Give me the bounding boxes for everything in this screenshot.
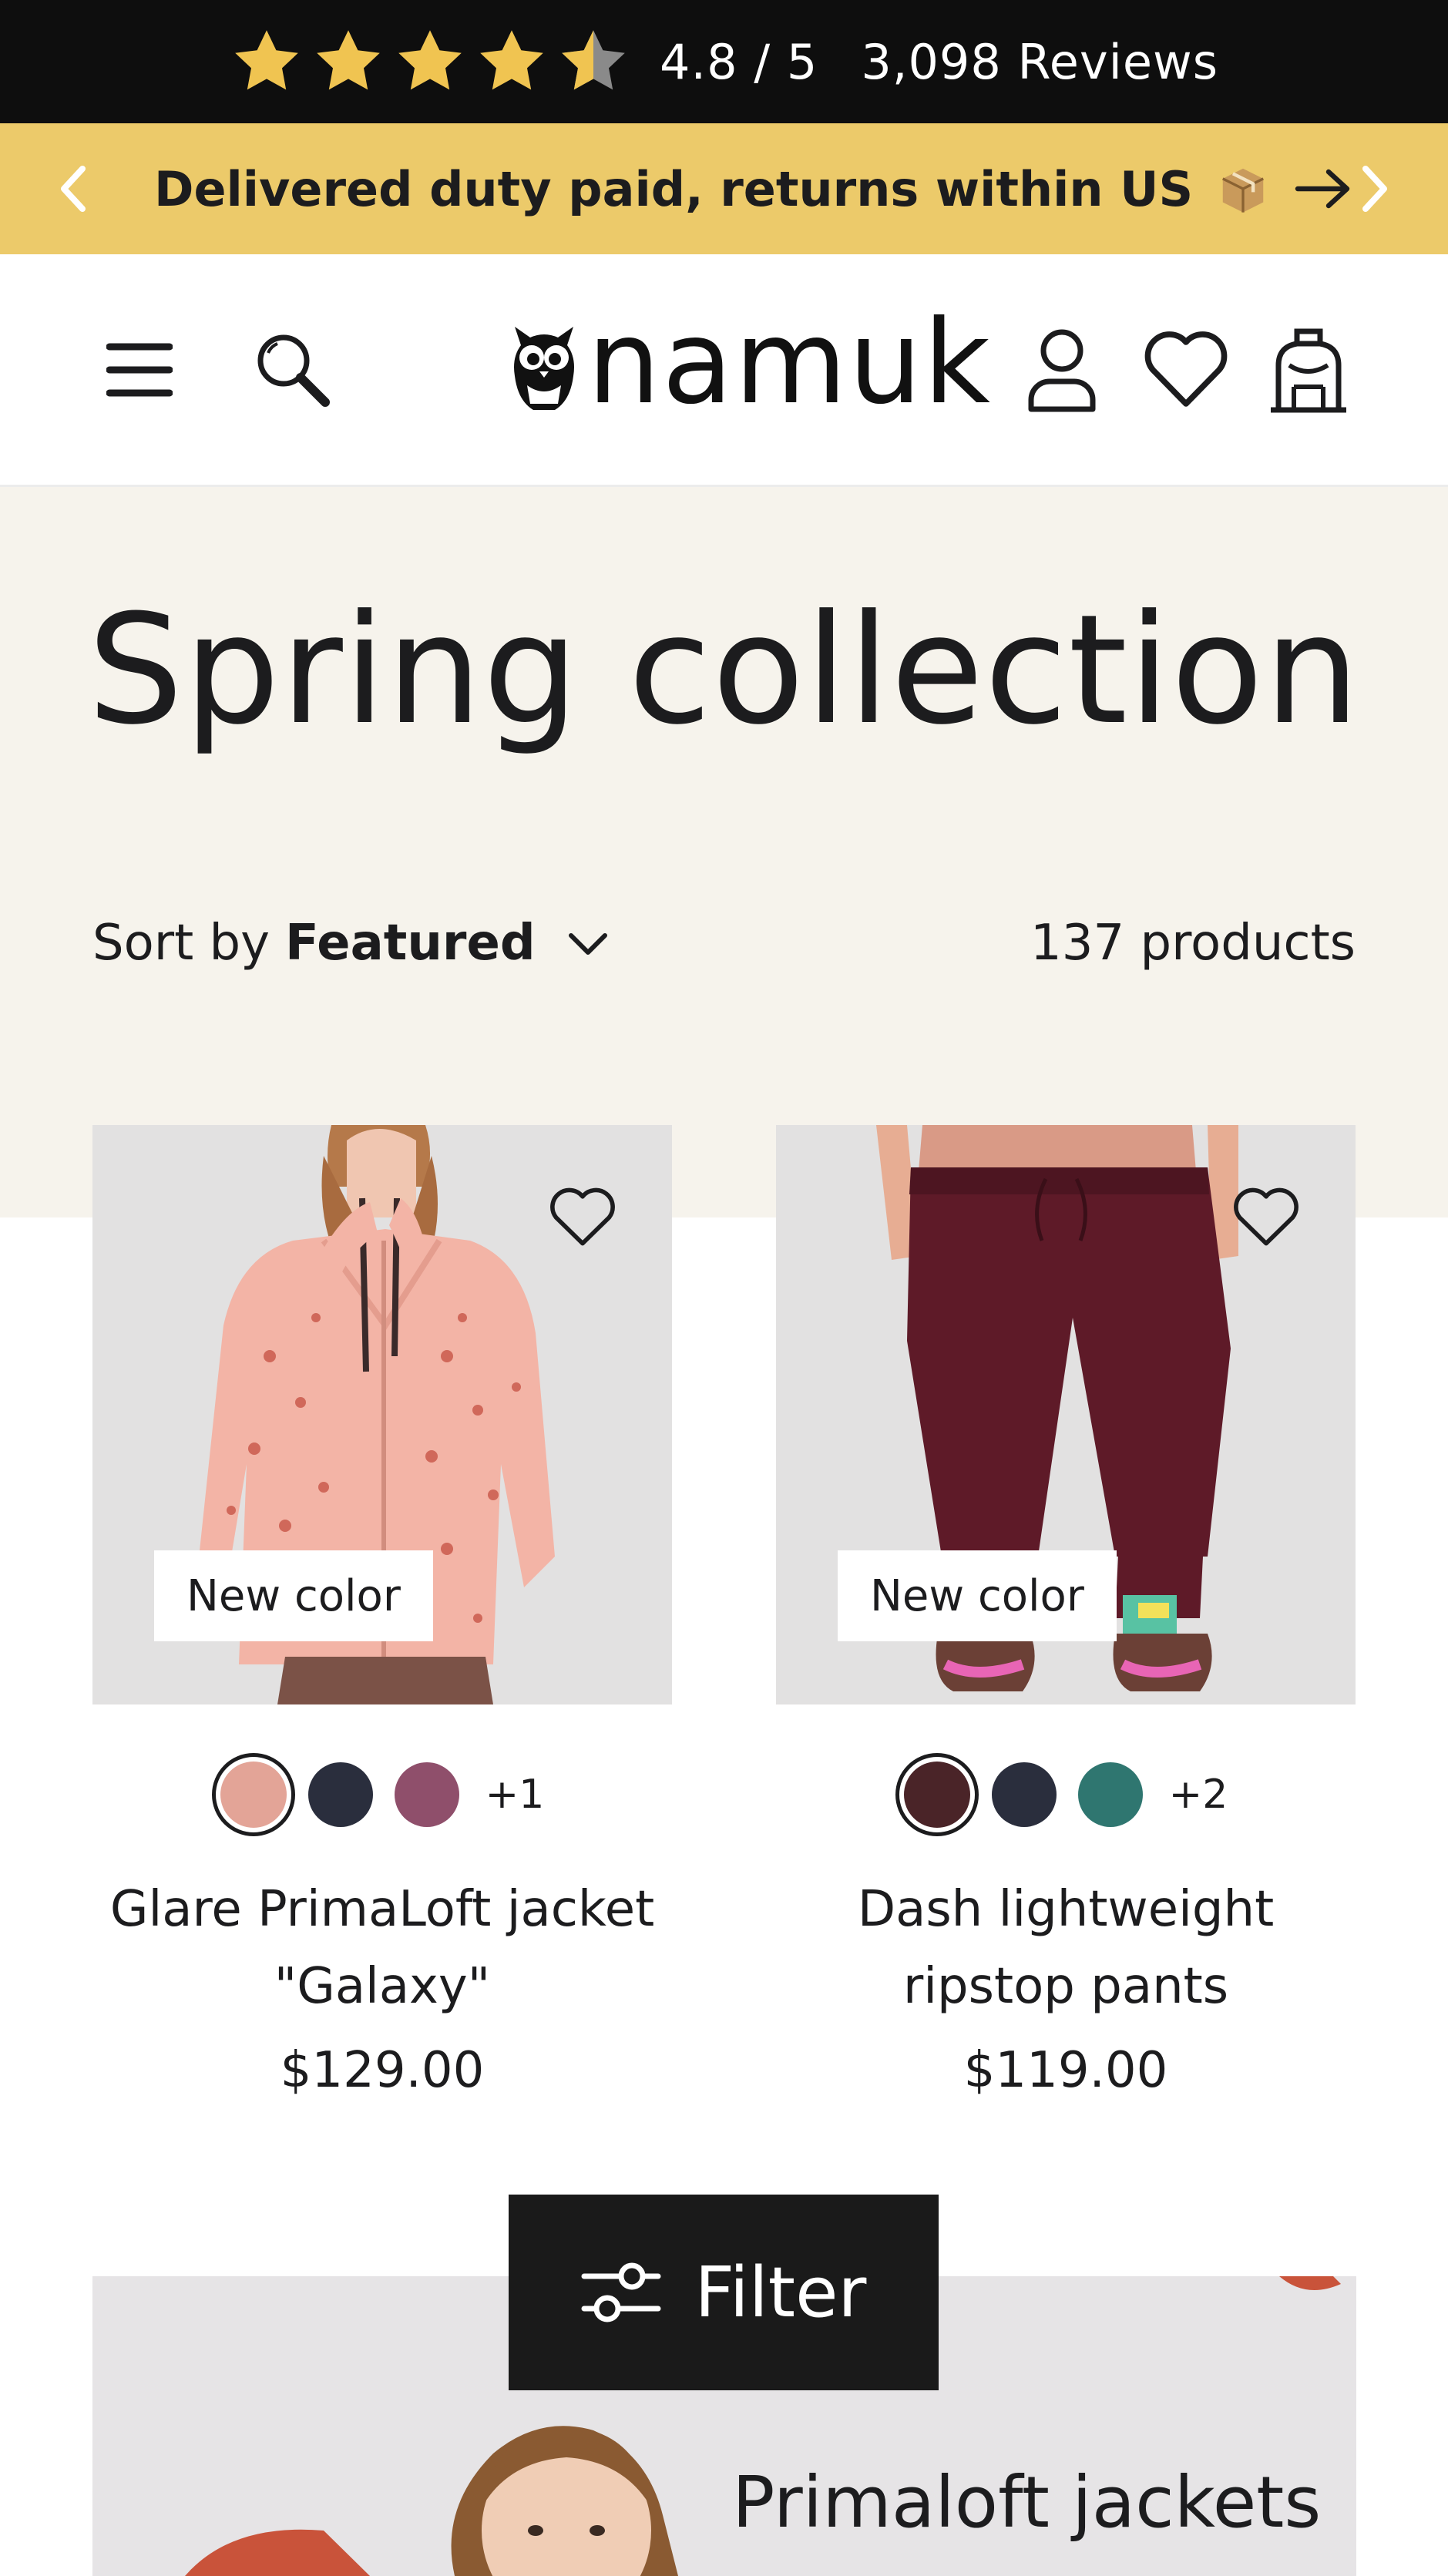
color-swatches: +2 <box>776 1762 1356 1828</box>
logo-wordmark: namuk <box>587 295 993 430</box>
announcement-next-button[interactable] <box>1344 158 1406 220</box>
wishlist-heart-icon[interactable] <box>1232 1187 1300 1248</box>
color-swatch[interactable] <box>903 1762 970 1828</box>
sort-value: Featured <box>285 915 536 972</box>
product-image[interactable]: New color <box>776 1125 1356 1704</box>
chevron-right-icon <box>1362 166 1387 212</box>
announcement-message[interactable]: Delivered duty paid, returns within US <box>154 123 1355 254</box>
product-card[interactable]: New color +1 Glare PrimaLoft jacket "Gal… <box>92 1125 672 2099</box>
filter-label: Filter <box>694 2252 867 2333</box>
promo-title: Primaloft jackets <box>732 2461 1322 2544</box>
product-title-line: Dash lightweight <box>857 1881 1275 1938</box>
color-swatch[interactable] <box>394 1762 459 1827</box>
account-icon[interactable] <box>1026 327 1097 412</box>
color-swatch[interactable] <box>220 1762 287 1828</box>
brand-logo[interactable]: namuk <box>509 305 992 421</box>
announcement-prev-button[interactable] <box>42 158 104 220</box>
product-title-line: ripstop pants <box>902 1958 1229 2015</box>
heart-icon[interactable] <box>1144 330 1228 410</box>
star-icon <box>317 30 380 90</box>
sort-label: Sort by <box>92 915 270 972</box>
wishlist-heart-icon[interactable] <box>549 1187 616 1248</box>
product-title[interactable]: Glare PrimaLoft jacket "Galaxy" <box>92 1871 672 2025</box>
product-count: 137 products <box>1030 915 1356 972</box>
rating-score: 4.8 / 5 <box>659 33 818 90</box>
product-price: $129.00 <box>280 2042 485 2099</box>
search-icon[interactable] <box>253 330 333 410</box>
filter-button[interactable]: Filter <box>509 2195 939 2390</box>
more-colors-count[interactable]: +1 <box>485 1772 545 1818</box>
sort-dropdown[interactable]: Sort by Featured <box>92 915 610 972</box>
owl-icon <box>514 326 574 410</box>
rating-stars <box>230 25 630 99</box>
color-swatch[interactable] <box>307 1762 373 1827</box>
star-icon <box>480 30 543 90</box>
product-image[interactable]: New color <box>92 1125 672 1704</box>
product-title-line: Glare PrimaLoft jacket <box>109 1881 655 1938</box>
product-card[interactable]: New color +2 Dash lightweight ripstop pa… <box>776 1125 1356 2099</box>
menu-icon[interactable] <box>106 339 173 401</box>
package-icon <box>1222 168 1265 213</box>
star-icon <box>235 30 298 90</box>
announcement-text: Delivered duty paid, returns within US <box>154 160 1194 217</box>
star-icon <box>398 30 462 90</box>
chevron-left-icon <box>61 166 86 212</box>
review-bar: 4.8 / 5 3,098 Reviews <box>0 0 1448 123</box>
collection-header: Spring collection Sort by Featured 137 p… <box>0 487 1448 1217</box>
product-title[interactable]: Dash lightweight ripstop pants <box>776 1871 1356 2025</box>
color-swatches: +1 <box>92 1762 672 1828</box>
color-swatch[interactable] <box>991 1762 1057 1827</box>
product-badge: New color <box>154 1550 433 1641</box>
more-colors-count[interactable]: +2 <box>1169 1772 1228 1818</box>
product-title-line: "Galaxy" <box>274 1958 491 2015</box>
color-swatch[interactable] <box>1077 1762 1143 1827</box>
chevron-down-icon <box>568 933 607 955</box>
collection-title: Spring collection <box>87 583 1361 758</box>
sliders-icon <box>581 2262 661 2322</box>
reviews-count[interactable]: 3,098 Reviews <box>861 34 1218 90</box>
announcement-bar: Delivered duty paid, returns within US <box>0 123 1448 254</box>
bag-icon[interactable] <box>1266 325 1351 415</box>
site-header: namuk <box>0 254 1448 487</box>
product-price: $119.00 <box>963 2042 1168 2099</box>
half-star-icon <box>562 30 625 90</box>
product-badge: New color <box>838 1550 1117 1641</box>
